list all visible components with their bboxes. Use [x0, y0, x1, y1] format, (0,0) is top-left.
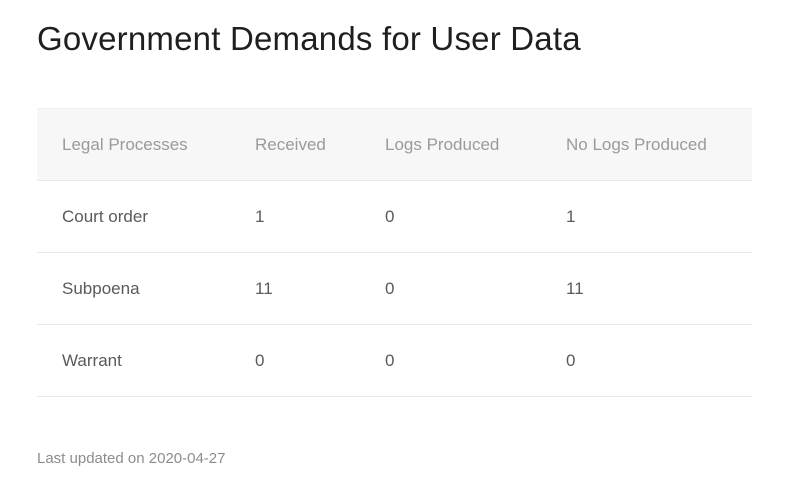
cell-legal-process: Court order: [62, 206, 148, 226]
header-no-logs-produced: No Logs Produced: [566, 134, 707, 154]
page-title: Government Demands for User Data: [37, 20, 581, 57]
cell-legal-process: Subpoena: [62, 278, 140, 298]
table-header: Legal Processes Received Logs Produced N…: [37, 108, 752, 181]
cell-logs-produced: 0: [385, 206, 395, 226]
table-header-row: Legal Processes Received Logs Produced N…: [37, 108, 752, 181]
cell-received: 1: [255, 206, 265, 226]
table-row: Subpoena 11 0 11: [37, 252, 752, 325]
cell-received: 0: [255, 350, 265, 370]
table-row: Court order 1 0 1: [37, 180, 752, 253]
cell-legal-process: Warrant: [62, 350, 122, 370]
last-updated-text: Last updated on 2020-04-27: [37, 450, 226, 467]
header-received: Received: [255, 134, 326, 154]
table-body: Court order 1 0 1 Subpoena 11 0 11 Warra…: [37, 180, 752, 397]
header-legal-processes: Legal Processes: [62, 134, 188, 154]
cell-no-logs-produced: 0: [566, 350, 576, 370]
government-demands-table: Legal Processes Received Logs Produced N…: [37, 108, 752, 397]
cell-received: 11: [255, 278, 273, 298]
cell-logs-produced: 0: [385, 350, 395, 370]
cell-no-logs-produced: 11: [566, 278, 584, 298]
cell-no-logs-produced: 1: [566, 206, 576, 226]
cell-logs-produced: 0: [385, 278, 395, 298]
header-logs-produced: Logs Produced: [385, 134, 500, 154]
table-row: Warrant 0 0 0: [37, 324, 752, 397]
